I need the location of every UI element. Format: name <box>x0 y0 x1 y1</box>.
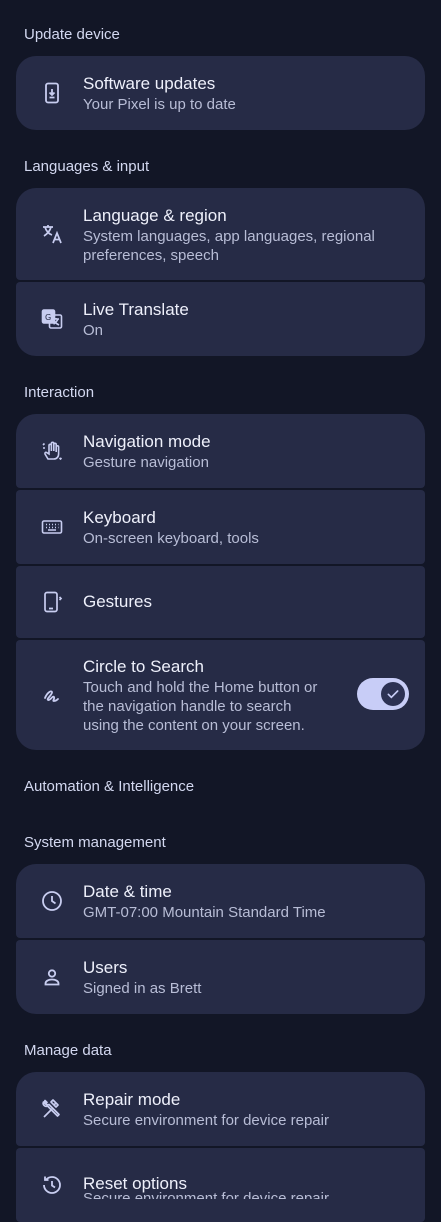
gestures-item[interactable]: Gestures <box>16 566 425 638</box>
language-region-title: Language & region <box>83 206 227 225</box>
section-header-interaction: Interaction <box>24 384 95 401</box>
navigation-mode-title: Navigation mode <box>83 432 211 451</box>
repair-mode-item[interactable]: Repair mode Secure environment for devic… <box>16 1072 425 1146</box>
keyboard-item[interactable]: Keyboard On-screen keyboard, tools <box>16 490 425 564</box>
language-region-item[interactable]: Language & region System languages, app … <box>16 188 425 280</box>
gesture-hand-icon <box>40 439 64 463</box>
keyboard-title: Keyboard <box>83 508 156 527</box>
circle-to-search-item[interactable]: Circle to Search Touch and hold the Home… <box>16 640 425 750</box>
history-icon <box>40 1173 64 1197</box>
section-header-languages-input: Languages & input <box>24 158 150 175</box>
reset-options-subtitle: Secure environment for device repair <box>83 1190 329 1199</box>
repair-mode-subtitle: Secure environment for device repair <box>83 1112 329 1129</box>
translate-icon <box>40 222 64 246</box>
svg-text:G: G <box>45 313 51 322</box>
phone-gesture-icon <box>40 590 64 614</box>
clock-icon <box>40 889 64 913</box>
circle-to-search-subtitle: Touch and hold the Home button or the na… <box>83 679 318 734</box>
language-region-subtitle: System languages, app languages, regiona… <box>83 228 375 264</box>
software-updates-title: Software updates <box>83 74 216 93</box>
navigation-mode-item[interactable]: Navigation mode Gesture navigation <box>16 414 425 488</box>
phone-download-icon <box>40 81 64 105</box>
users-title: Users <box>83 958 128 977</box>
reset-options-item[interactable]: Reset options Secure environment for dev… <box>16 1148 425 1222</box>
circle-to-search-title: Circle to Search <box>83 657 204 676</box>
live-translate-subtitle: On <box>83 322 104 339</box>
date-time-item[interactable]: Date & time GMT-07:00 Mountain Standard … <box>16 864 425 938</box>
software-updates-subtitle: Your Pixel is up to date <box>83 96 236 113</box>
scribble-icon <box>40 683 64 707</box>
gestures-title: Gestures <box>83 592 152 611</box>
google-translate-icon: G <box>40 307 64 331</box>
section-header-system-management: System management <box>24 834 166 851</box>
person-icon <box>40 965 64 989</box>
software-updates-item[interactable]: Software updates Your Pixel is up to dat… <box>16 56 425 130</box>
section-header-update-device: Update device <box>24 26 120 43</box>
circle-to-search-toggle[interactable] <box>357 678 409 710</box>
users-item[interactable]: Users Signed in as Brett <box>16 940 425 1014</box>
date-time-subtitle: GMT-07:00 Mountain Standard Time <box>83 904 326 921</box>
navigation-mode-subtitle: Gesture navigation <box>83 454 209 471</box>
live-translate-title: Live Translate <box>83 300 189 319</box>
check-icon <box>381 682 405 706</box>
tools-icon <box>40 1097 64 1121</box>
users-subtitle: Signed in as Brett <box>83 980 202 997</box>
keyboard-icon <box>40 515 64 539</box>
live-translate-item[interactable]: G Live Translate On <box>16 282 425 356</box>
date-time-title: Date & time <box>83 882 172 901</box>
repair-mode-title: Repair mode <box>83 1090 181 1109</box>
keyboard-subtitle: On-screen keyboard, tools <box>83 530 259 547</box>
section-header-automation-intelligence: Automation & Intelligence <box>24 778 195 795</box>
section-header-manage-data: Manage data <box>24 1042 112 1059</box>
